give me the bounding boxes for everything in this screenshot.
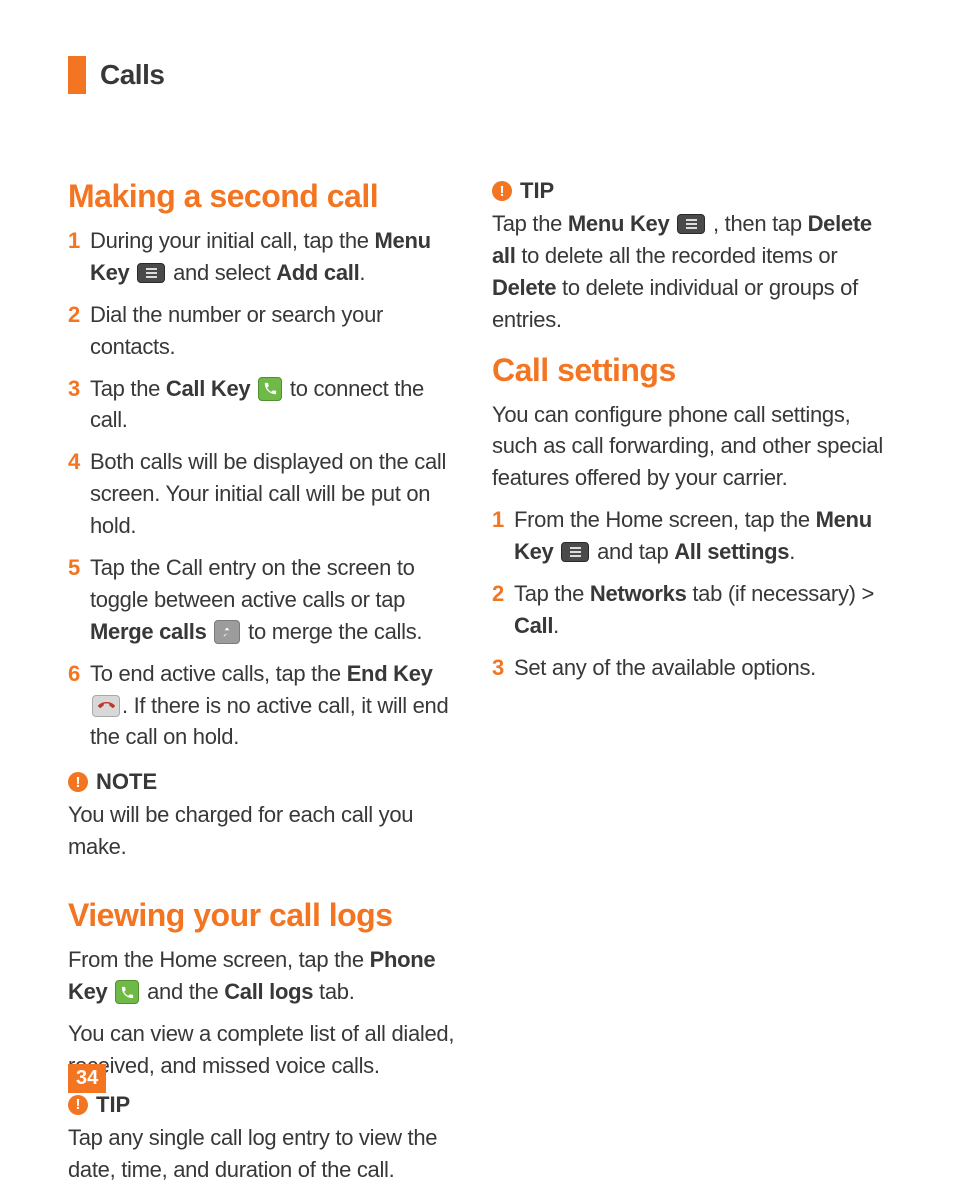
- note-callout-head: ! NOTE: [68, 769, 462, 795]
- bold-text: Add call: [276, 260, 359, 285]
- section-heading-call-settings: Call settings: [492, 352, 886, 389]
- step-number: 5: [68, 552, 90, 584]
- step-item: 5Tap the Call entry on the screen to tog…: [68, 552, 462, 648]
- step-item: 1From the Home screen, tap the Menu Key …: [492, 504, 886, 568]
- paragraph-call-logs-desc: You can view a complete list of all dial…: [68, 1018, 462, 1082]
- step-number: 2: [492, 578, 514, 610]
- step-text: Tap the Call Key to connect the call.: [90, 373, 462, 437]
- page-header: Calls: [68, 56, 886, 94]
- header-accent-block: [68, 56, 86, 94]
- step-item: 2Tap the Networks tab (if necessary) > C…: [492, 578, 886, 642]
- step-number: 1: [68, 225, 90, 257]
- merge-key-icon: [214, 620, 240, 644]
- bold-text: All settings: [674, 539, 789, 564]
- step-text: Both calls will be displayed on the call…: [90, 446, 462, 542]
- paragraph-call-settings-intro: You can configure phone call settings, s…: [492, 399, 886, 495]
- note-body: You will be charged for each call you ma…: [68, 799, 462, 863]
- step-item: 3Set any of the available options.: [492, 652, 886, 684]
- bold-text: Call Key: [166, 376, 250, 401]
- step-item: 2Dial the number or search your contacts…: [68, 299, 462, 363]
- section-heading-viewing-call-logs: Viewing your call logs: [68, 897, 462, 934]
- section-heading-making-second-call: Making a second call: [68, 178, 462, 215]
- tip-body: Tap any single call log entry to view th…: [68, 1122, 462, 1186]
- bold-text: End Key: [347, 661, 433, 686]
- page-number: 34: [68, 1064, 106, 1093]
- bold-text: Delete: [492, 275, 556, 300]
- bold-text: Call: [514, 613, 553, 638]
- step-item: 3Tap the Call Key to connect the call.: [68, 373, 462, 437]
- step-item: 4Both calls will be displayed on the cal…: [68, 446, 462, 542]
- tip-body-delete: Tap the Menu Key , then tap Delete all t…: [492, 208, 886, 336]
- menu-key-icon: [137, 263, 165, 283]
- left-column: Making a second call 1During your initia…: [68, 178, 462, 1201]
- step-item: 6To end active calls, tap the End Key . …: [68, 658, 462, 754]
- bold-text: Merge calls: [90, 619, 207, 644]
- steps-making-second-call: 1During your initial call, tap the Menu …: [68, 225, 462, 753]
- step-text: From the Home screen, tap the Menu Key a…: [514, 504, 886, 568]
- bold-text: Networks: [590, 581, 687, 606]
- step-text: To end active calls, tap the End Key . I…: [90, 658, 462, 754]
- header-title: Calls: [100, 59, 164, 91]
- menu-key-icon: [677, 214, 705, 234]
- step-item: 1During your initial call, tap the Menu …: [68, 225, 462, 289]
- alert-icon: !: [68, 772, 88, 792]
- tip-label: TIP: [96, 1092, 130, 1118]
- tip-callout-head: ! TIP: [492, 178, 886, 204]
- end-key-icon: [92, 695, 120, 717]
- note-label: NOTE: [96, 769, 157, 795]
- step-number: 4: [68, 446, 90, 478]
- right-column: ! TIP Tap the Menu Key , then tap Delete…: [492, 178, 886, 1201]
- step-text: During your initial call, tap the Menu K…: [90, 225, 462, 289]
- menu-key-icon: [561, 542, 589, 562]
- step-number: 3: [68, 373, 90, 405]
- tip-label: TIP: [520, 178, 554, 204]
- step-number: 2: [68, 299, 90, 331]
- steps-call-settings: 1From the Home screen, tap the Menu Key …: [492, 504, 886, 683]
- step-text: Tap the Call entry on the screen to togg…: [90, 552, 462, 648]
- tip-callout-head: ! TIP: [68, 1092, 462, 1118]
- bold-text: Call logs: [224, 979, 313, 1004]
- step-number: 1: [492, 504, 514, 536]
- bold-text: Menu Key: [568, 211, 670, 236]
- alert-icon: !: [68, 1095, 88, 1115]
- step-text: Dial the number or search your contacts.: [90, 299, 462, 363]
- paragraph-call-logs-intro: From the Home screen, tap the Phone Key …: [68, 944, 462, 1008]
- step-number: 6: [68, 658, 90, 690]
- call-key-icon: [258, 377, 282, 401]
- call-key-icon: [115, 980, 139, 1004]
- step-text: Tap the Networks tab (if necessary) > Ca…: [514, 578, 886, 642]
- step-number: 3: [492, 652, 514, 684]
- alert-icon: !: [492, 181, 512, 201]
- step-text: Set any of the available options.: [514, 652, 886, 684]
